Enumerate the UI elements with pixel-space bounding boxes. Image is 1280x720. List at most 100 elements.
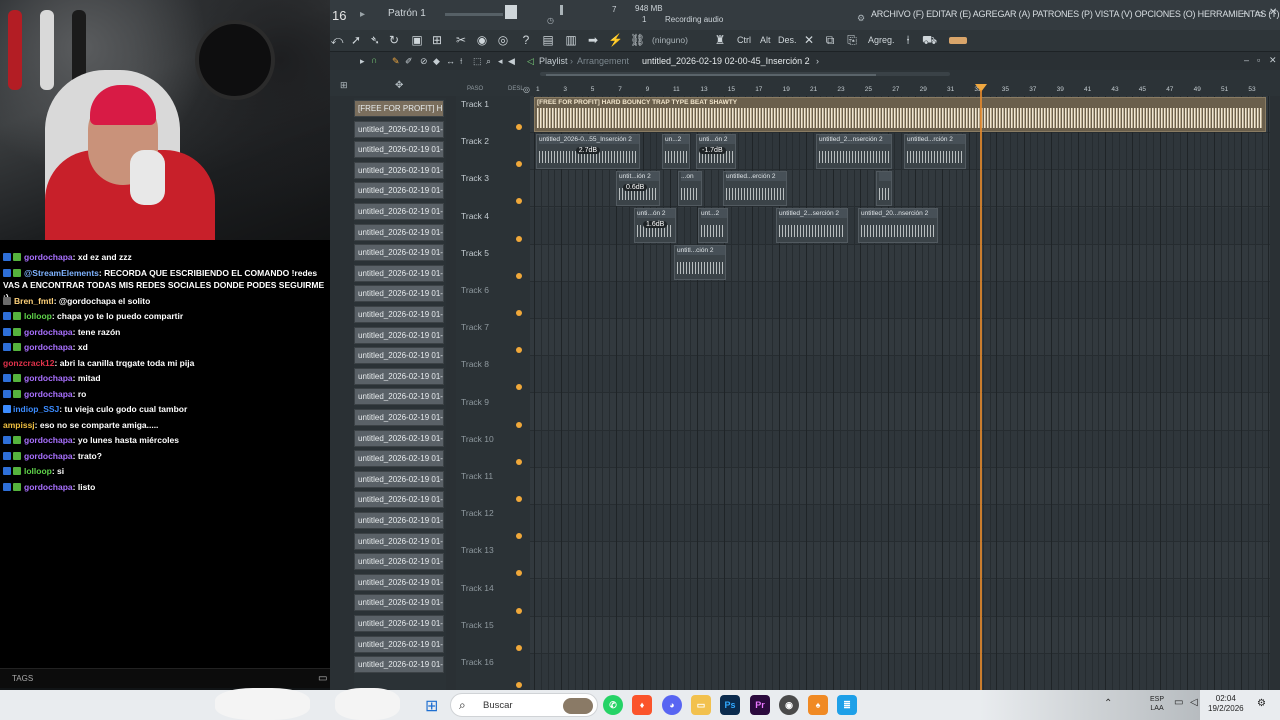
brave-icon[interactable]: ♦: [632, 695, 652, 715]
master-volume-slider[interactable]: [445, 13, 503, 16]
pattern-item[interactable]: untitled_2026-02-19 01-...: [354, 120, 444, 138]
alt-toggle[interactable]: Alt: [760, 35, 771, 45]
chat-user[interactable]: indiop_SSJ: [13, 404, 59, 414]
plugin-icon[interactable]: ⚡: [608, 33, 623, 47]
playlist-grid[interactable]: [FREE FOR PROFIT] HARD BOUNCY TRAP TYPE …: [530, 96, 1270, 690]
audio-clip[interactable]: untitled_2026-0...55_Inserción 2 2.7dB: [536, 134, 640, 169]
language-indicator[interactable]: ESP LAA: [1150, 695, 1164, 713]
maximize-icon[interactable]: ▫: [1257, 55, 1260, 65]
paste-icon[interactable]: ⎘: [845, 33, 859, 47]
track-enable-led[interactable]: [516, 161, 522, 168]
pattern-item[interactable]: untitled_2026-02-19 01-...: [354, 491, 444, 509]
maximize-icon[interactable]: ▭: [1255, 8, 1264, 19]
pattern-item[interactable]: untitled_2026-02-19 01-...: [354, 367, 444, 385]
arrow-right-icon[interactable]: ➡: [586, 33, 600, 47]
audio-clip[interactable]: untitled...rción 2: [904, 134, 966, 169]
link-icon[interactable]: ⛓: [630, 33, 645, 47]
playhead-line[interactable]: [980, 90, 982, 690]
pattern-item[interactable]: untitled_2026-02-19 01-...: [354, 388, 444, 406]
delete-icon[interactable]: ✕: [802, 33, 816, 47]
audio-clip[interactable]: [876, 171, 892, 206]
chat-user[interactable]: @StreamElements: [24, 268, 99, 278]
pointer-icon[interactable]: ➚: [349, 33, 363, 47]
chat-user[interactable]: gordochapa: [24, 342, 73, 352]
minimize-icon[interactable]: –: [1244, 55, 1249, 65]
audio-clip[interactable]: untitled_2...serción 2: [776, 208, 848, 243]
pattern-item[interactable]: untitled_2026-02-19 01-...: [354, 656, 444, 674]
pattern-item[interactable]: untitled_2026-02-19 01-...: [354, 161, 444, 179]
popout-icon[interactable]: ▭: [318, 673, 329, 684]
slice-tool-icon[interactable]: ⟊: [460, 56, 462, 67]
chat-user[interactable]: gordochapa: [24, 327, 73, 337]
cart-icon[interactable]: ⛟: [922, 33, 937, 47]
pattern-item[interactable]: untitled_2026-02-19 01-...: [354, 203, 444, 220]
track-name[interactable]: Track 6: [461, 285, 489, 295]
grid-icon[interactable]: ⊞: [340, 80, 348, 91]
audio-clip[interactable]: untitled...erción 2: [723, 171, 787, 206]
des-toggle[interactable]: Des.: [778, 35, 797, 45]
track-enable-led[interactable]: [516, 272, 522, 279]
audio-clip[interactable]: untit...ión 2 0.6dB: [616, 171, 660, 206]
options-icon[interactable]: ⚙: [857, 13, 865, 24]
save-icon[interactable]: ▣: [410, 33, 424, 47]
track-enable-led[interactable]: [516, 310, 522, 316]
track-name[interactable]: Track 2: [461, 136, 489, 146]
timeline-ruler[interactable]: ⊞ ✥ PASO DESL ◎ 1 3 5 7 9 11 13 15 17 19 21 23 25 27 2…: [330, 70, 1280, 96]
track-name[interactable]: Track 9: [461, 397, 489, 407]
pattern-item[interactable]: untitled_2026-02-19 01-...: [354, 470, 444, 488]
mixer-icon[interactable]: ⊞: [430, 33, 444, 47]
pattern-item[interactable]: untitled_2026-02-19 01-...: [354, 409, 444, 426]
pattern-item[interactable]: untitled_2026-02-19 01-...: [354, 615, 444, 632]
mic-icon[interactable]: ◉: [475, 33, 489, 47]
help-icon[interactable]: ?: [519, 33, 533, 47]
scissors-icon[interactable]: ✂: [454, 33, 468, 47]
track-enable-led[interactable]: [516, 644, 522, 651]
track-name[interactable]: Track 5: [461, 248, 489, 258]
pattern-item[interactable]: untitled_2026-02-19 01-...: [354, 285, 444, 303]
chat-user[interactable]: gonzcrack12: [3, 358, 55, 368]
select-tool-icon[interactable]: ⬚: [473, 56, 482, 67]
obs-icon[interactable]: ◉: [779, 695, 799, 715]
pattern-item[interactable]: untitled_2026-02-19 01-...: [354, 512, 444, 529]
move-icon[interactable]: ✥: [395, 80, 403, 91]
settings-icon[interactable]: ◎: [523, 85, 530, 94]
track-name[interactable]: Track 10: [461, 434, 494, 444]
chat-user[interactable]: gordochapa: [24, 451, 73, 461]
pattern-item[interactable]: [FREE FOR PROFIT] H...: [354, 100, 444, 117]
pattern-item[interactable]: untitled_2026-02-19 01-...: [354, 182, 444, 200]
pattern-item[interactable]: untitled_2026-02-19 01-...: [354, 326, 444, 344]
audio-clip[interactable]: unti...ón 2 -1.7dB: [696, 134, 736, 169]
close-icon[interactable]: ✕: [1269, 7, 1277, 18]
track-name[interactable]: Track 12: [461, 508, 494, 518]
whatsapp-icon[interactable]: ✆: [603, 695, 623, 715]
pattern-item[interactable]: untitled_2026-02-19 01-...: [354, 553, 444, 571]
playback-tool-icon[interactable]: ◂: [498, 56, 503, 67]
track-enable-led[interactable]: [516, 607, 522, 614]
pattern-item[interactable]: untitled_2026-02-19 01-...: [354, 450, 444, 468]
pattern-item[interactable]: untitled_2026-02-19 01-...: [354, 264, 444, 282]
close-icon[interactable]: ✕: [1269, 55, 1277, 66]
pattern-item[interactable]: untitled_2026-02-19 01-...: [354, 306, 444, 323]
chat-user[interactable]: Bren_fmtl: [14, 296, 54, 306]
zoom-tool-icon[interactable]: ⌕: [486, 56, 491, 67]
track-enable-led[interactable]: [516, 124, 522, 130]
paint-tool-icon[interactable]: ✐: [405, 56, 413, 67]
slip-tool-icon[interactable]: ↔: [446, 56, 455, 66]
piano-icon[interactable]: ▥: [564, 33, 578, 47]
folder-icon[interactable]: ▭: [691, 695, 711, 715]
track-name[interactable]: Track 1: [461, 99, 489, 109]
draw-tool-icon[interactable]: ✎: [392, 56, 400, 67]
magnet-icon[interactable]: ➴: [368, 33, 382, 47]
track-enable-led[interactable]: [516, 384, 522, 391]
audio-clip[interactable]: un...2: [662, 134, 690, 169]
track-enable-led[interactable]: [516, 347, 522, 354]
pin-icon[interactable]: ⍿: [901, 33, 915, 47]
chat-user[interactable]: gordochapa: [24, 252, 73, 262]
audio-clip[interactable]: unti...ón 2 1.6dB: [634, 208, 676, 243]
chevron-right-icon[interactable]: ›: [816, 56, 819, 66]
track-name[interactable]: Track 16: [461, 657, 494, 667]
pattern-item[interactable]: untitled_2026-02-19 01-...: [354, 141, 444, 159]
mute-tool-icon[interactable]: ◆: [433, 56, 440, 67]
track-name[interactable]: Track 4: [461, 211, 489, 221]
audio-clip[interactable]: [FREE FOR PROFIT] HARD BOUNCY TRAP TYPE …: [534, 97, 1266, 132]
